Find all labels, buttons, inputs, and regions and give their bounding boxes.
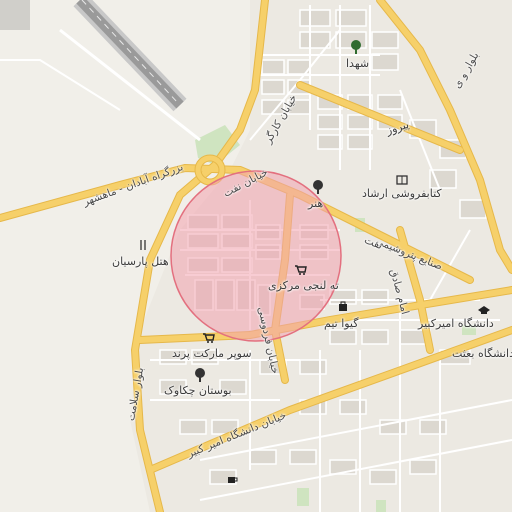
map-canvas <box>0 0 512 512</box>
map-view[interactable]: شهدا بلوار و ی پیروز خیابان کارگر بزرگرا… <box>0 0 512 512</box>
label-ketabforoushi: کتابفروشی ارشاد <box>362 187 442 200</box>
label-giva-time: گیوا تیم <box>324 317 359 330</box>
label-shohada: شهدا <box>346 57 370 70</box>
label-boostan-chakavak: بوستان چکاوک <box>164 384 232 397</box>
label-daneshgah-amirkabir: دانشگاه امیرکبیر <box>418 317 494 330</box>
label-hotel-parsian: هتل پارسیان <box>112 255 169 268</box>
label-super-market: سوپر مارکت پرند <box>172 347 252 360</box>
label-tolanji: ته لنجی مرکزی <box>268 279 339 292</box>
label-honar: هنر <box>308 197 324 210</box>
label-daneshgah-besat: دانشگاه بعثت <box>452 347 512 360</box>
